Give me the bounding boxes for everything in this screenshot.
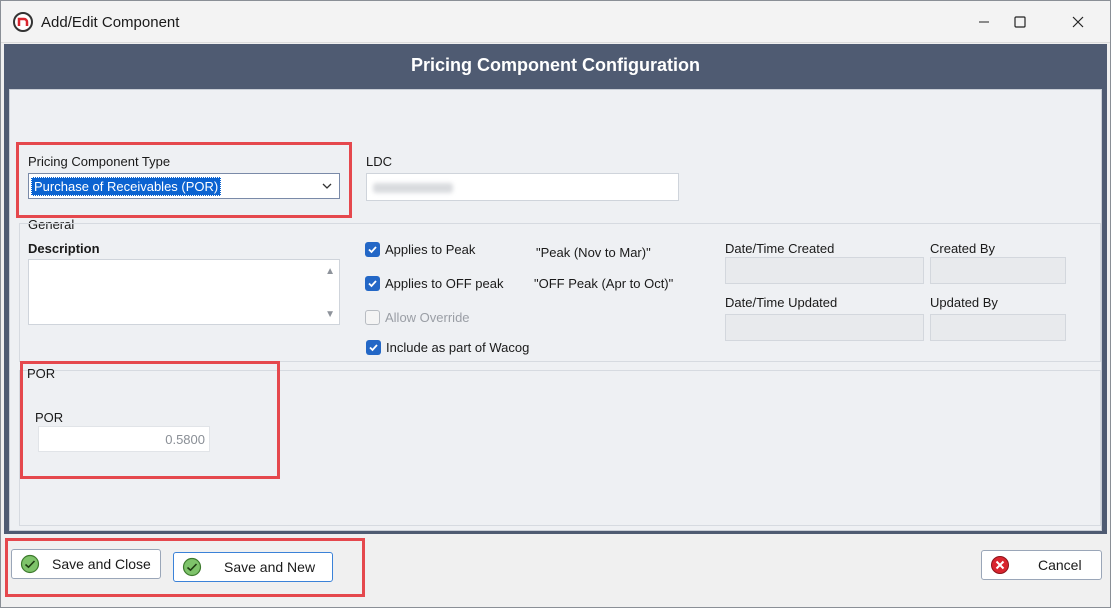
configuration-frame: Pricing Component Configuration Pricing … [4,44,1107,534]
date-time-created-label: Date/Time Created [725,241,835,256]
created-by-label: Created By [930,241,996,256]
ldc-label: LDC [366,154,393,169]
created-by-field [930,257,1066,284]
applies-to-off-peak-checkbox[interactable] [365,276,380,291]
highlight-type-box [16,142,352,218]
include-wacog-label: Include as part of Wacog [386,340,530,355]
description-textarea[interactable]: ▲ ▼ [28,259,340,325]
highlight-por-box [20,361,280,479]
allow-override-checkbox[interactable] [365,310,380,325]
add-edit-component-window: Add/Edit Component Pricing Component Con… [0,0,1111,608]
scroll-down-icon[interactable]: ▼ [325,309,335,320]
peak-hint: "Peak (Nov to Mar)" [536,245,651,260]
window-title: Add/Edit Component [41,14,180,31]
applies-to-off-peak-label: Applies to OFF peak [385,276,504,291]
cancel-icon [990,555,1010,575]
ldc-input[interactable] [366,173,679,201]
app-logo-icon [13,12,33,32]
description-label: Description [28,241,100,256]
close-window-button[interactable] [1055,1,1101,43]
cancel-button[interactable]: Cancel [981,550,1102,580]
maximize-button[interactable] [997,1,1043,43]
include-wacog-checkbox[interactable] [366,340,381,355]
configuration-content: Pricing Component Type Purchase of Recei… [9,89,1102,531]
scroll-up-icon[interactable]: ▲ [325,266,335,277]
off-peak-hint: "OFF Peak (Apr to Oct)" [534,276,674,291]
date-time-updated-label: Date/Time Updated [725,295,838,310]
date-time-created-field [725,257,924,284]
footer-bar: Save and Close Save and New Cancel [1,534,1110,607]
applies-to-peak-checkbox[interactable] [365,242,380,257]
ldc-redacted-value [373,183,453,193]
allow-override-label: Allow Override [385,310,470,325]
page-title: Pricing Component Configuration [411,55,700,75]
applies-to-peak-label: Applies to Peak [385,242,476,257]
updated-by-label: Updated By [930,295,998,310]
title-bar: Add/Edit Component [1,1,1110,43]
cancel-label: Cancel [1038,557,1082,573]
date-time-updated-field [725,314,924,341]
updated-by-field [930,314,1066,341]
highlight-save-buttons-box [5,538,365,597]
